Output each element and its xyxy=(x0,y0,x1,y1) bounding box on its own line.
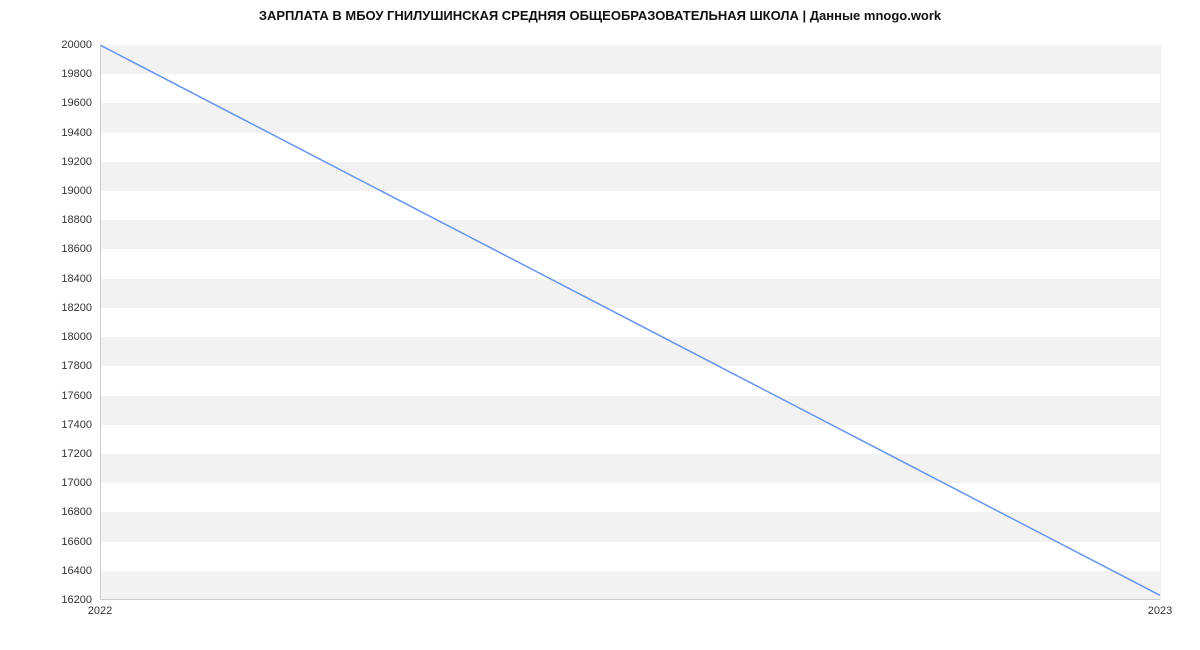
y-tick-label: 20000 xyxy=(52,39,92,51)
y-tick-label: 19200 xyxy=(52,156,92,168)
y-tick-label: 18000 xyxy=(52,331,92,343)
y-tick-label: 16600 xyxy=(52,536,92,548)
y-tick-label: 18400 xyxy=(52,273,92,285)
y-tick-label: 17600 xyxy=(52,390,92,402)
y-tick-label: 17000 xyxy=(52,477,92,489)
x-tick-label: 2023 xyxy=(1148,605,1172,617)
y-tick-label: 19000 xyxy=(52,185,92,197)
chart-title: ЗАРПЛАТА В МБОУ ГНИЛУШИНСКАЯ СРЕДНЯЯ ОБЩ… xyxy=(0,8,1200,23)
y-axis: 1620016400166001680017000172001740017600… xyxy=(55,45,100,600)
y-tick-label: 16400 xyxy=(52,565,92,577)
y-tick-label: 18600 xyxy=(52,243,92,255)
y-tick-label: 17800 xyxy=(52,360,92,372)
plot-area xyxy=(100,45,1160,600)
y-tick-label: 16200 xyxy=(52,594,92,606)
y-tick-label: 17200 xyxy=(52,448,92,460)
y-tick-label: 19600 xyxy=(52,97,92,109)
line-series xyxy=(100,45,1160,600)
grid-line xyxy=(1160,45,1161,600)
y-tick-label: 18800 xyxy=(52,214,92,226)
y-tick-label: 19800 xyxy=(52,68,92,80)
y-tick-label: 16800 xyxy=(52,506,92,518)
x-tick-label: 2022 xyxy=(88,605,112,617)
y-tick-label: 19400 xyxy=(52,127,92,139)
y-tick-label: 17400 xyxy=(52,419,92,431)
y-tick-label: 18200 xyxy=(52,302,92,314)
